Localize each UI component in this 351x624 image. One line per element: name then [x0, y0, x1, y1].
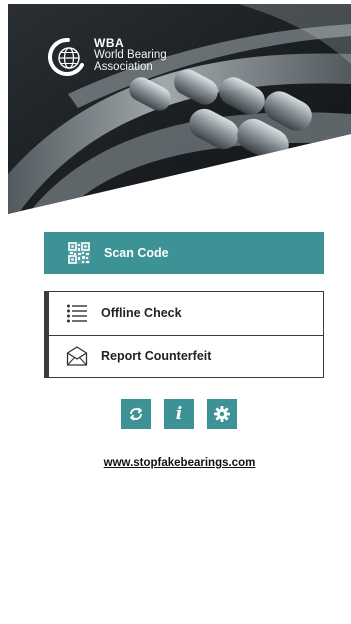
app-screen: WBA World Bearing Association Scan Code … [8, 4, 351, 624]
website-link[interactable]: www.stopfakebearings.com [8, 457, 351, 469]
toolbar: i [121, 399, 237, 429]
offline-check-item[interactable]: Offline Check [49, 292, 323, 335]
brand-name-line2: Association [94, 61, 153, 73]
gear-icon [214, 406, 230, 422]
brand-abbreviation: WBA [94, 36, 125, 50]
list-icon [67, 304, 87, 323]
sync-button[interactable] [121, 399, 151, 429]
envelope-icon [66, 346, 88, 366]
info-icon: i [175, 403, 183, 424]
scan-code-label: Scan Code [104, 246, 169, 260]
brand-name-line1: World Bearing [94, 49, 167, 61]
header-banner: WBA World Bearing Association [8, 4, 351, 214]
brand-logo: WBA World Bearing Association [48, 37, 167, 77]
settings-button[interactable] [207, 399, 237, 429]
globe-logo-icon [48, 37, 84, 76]
info-button[interactable]: i [164, 399, 194, 429]
report-counterfeit-label: Report Counterfeit [101, 349, 212, 364]
options-list: Offline Check Report Counterfeit [44, 291, 324, 378]
bearing-image [8, 4, 351, 214]
report-counterfeit-item[interactable]: Report Counterfeit [49, 334, 323, 378]
sync-icon [130, 407, 142, 421]
offline-check-label: Offline Check [101, 306, 182, 321]
qr-code-icon [68, 242, 90, 264]
scan-code-button[interactable]: Scan Code [44, 232, 324, 274]
